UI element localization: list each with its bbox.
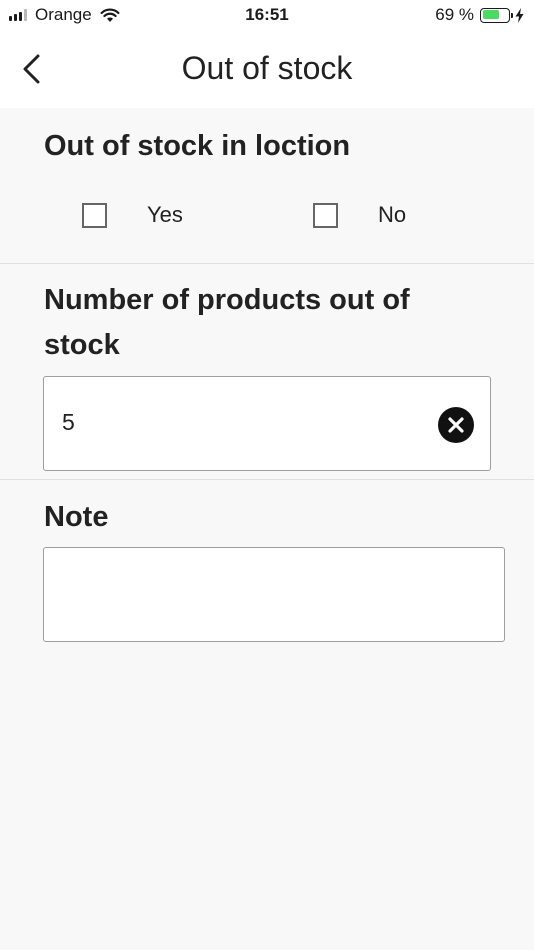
no-label: No: [378, 202, 407, 227]
clear-circle-icon: [448, 417, 464, 433]
products-count-label: Number of products out of stock: [44, 278, 410, 368]
status-bar: Orange 16:51 69 %: [0, 0, 534, 30]
yes-label: Yes: [147, 202, 183, 227]
out-of-stock-label: Out of stock in loction: [44, 130, 351, 162]
divider: [0, 263, 534, 264]
battery-icon: [480, 7, 513, 23]
clear-input-button[interactable]: [438, 407, 474, 443]
status-right: 69 %: [435, 5, 524, 25]
nav-bar: Out of stock: [0, 30, 534, 108]
option-yes[interactable]: Yes: [82, 202, 183, 228]
no-checkbox[interactable]: [313, 202, 338, 228]
battery-percent: 69 %: [435, 5, 474, 24]
charging-bolt-icon: [515, 7, 524, 23]
products-count-value[interactable]: 5: [62, 409, 75, 436]
note-label: Note: [44, 501, 109, 533]
divider: [0, 479, 534, 480]
yes-checkbox[interactable]: [82, 202, 107, 228]
battery-level: [482, 10, 500, 19]
products-count-label-line2: stock: [44, 329, 120, 361]
products-count-label-line1: Number of products out of: [44, 284, 410, 316]
note-input[interactable]: [43, 547, 505, 642]
products-count-input[interactable]: 5: [43, 376, 491, 471]
page-title: Out of stock: [181, 50, 353, 86]
option-no[interactable]: No: [313, 202, 406, 228]
